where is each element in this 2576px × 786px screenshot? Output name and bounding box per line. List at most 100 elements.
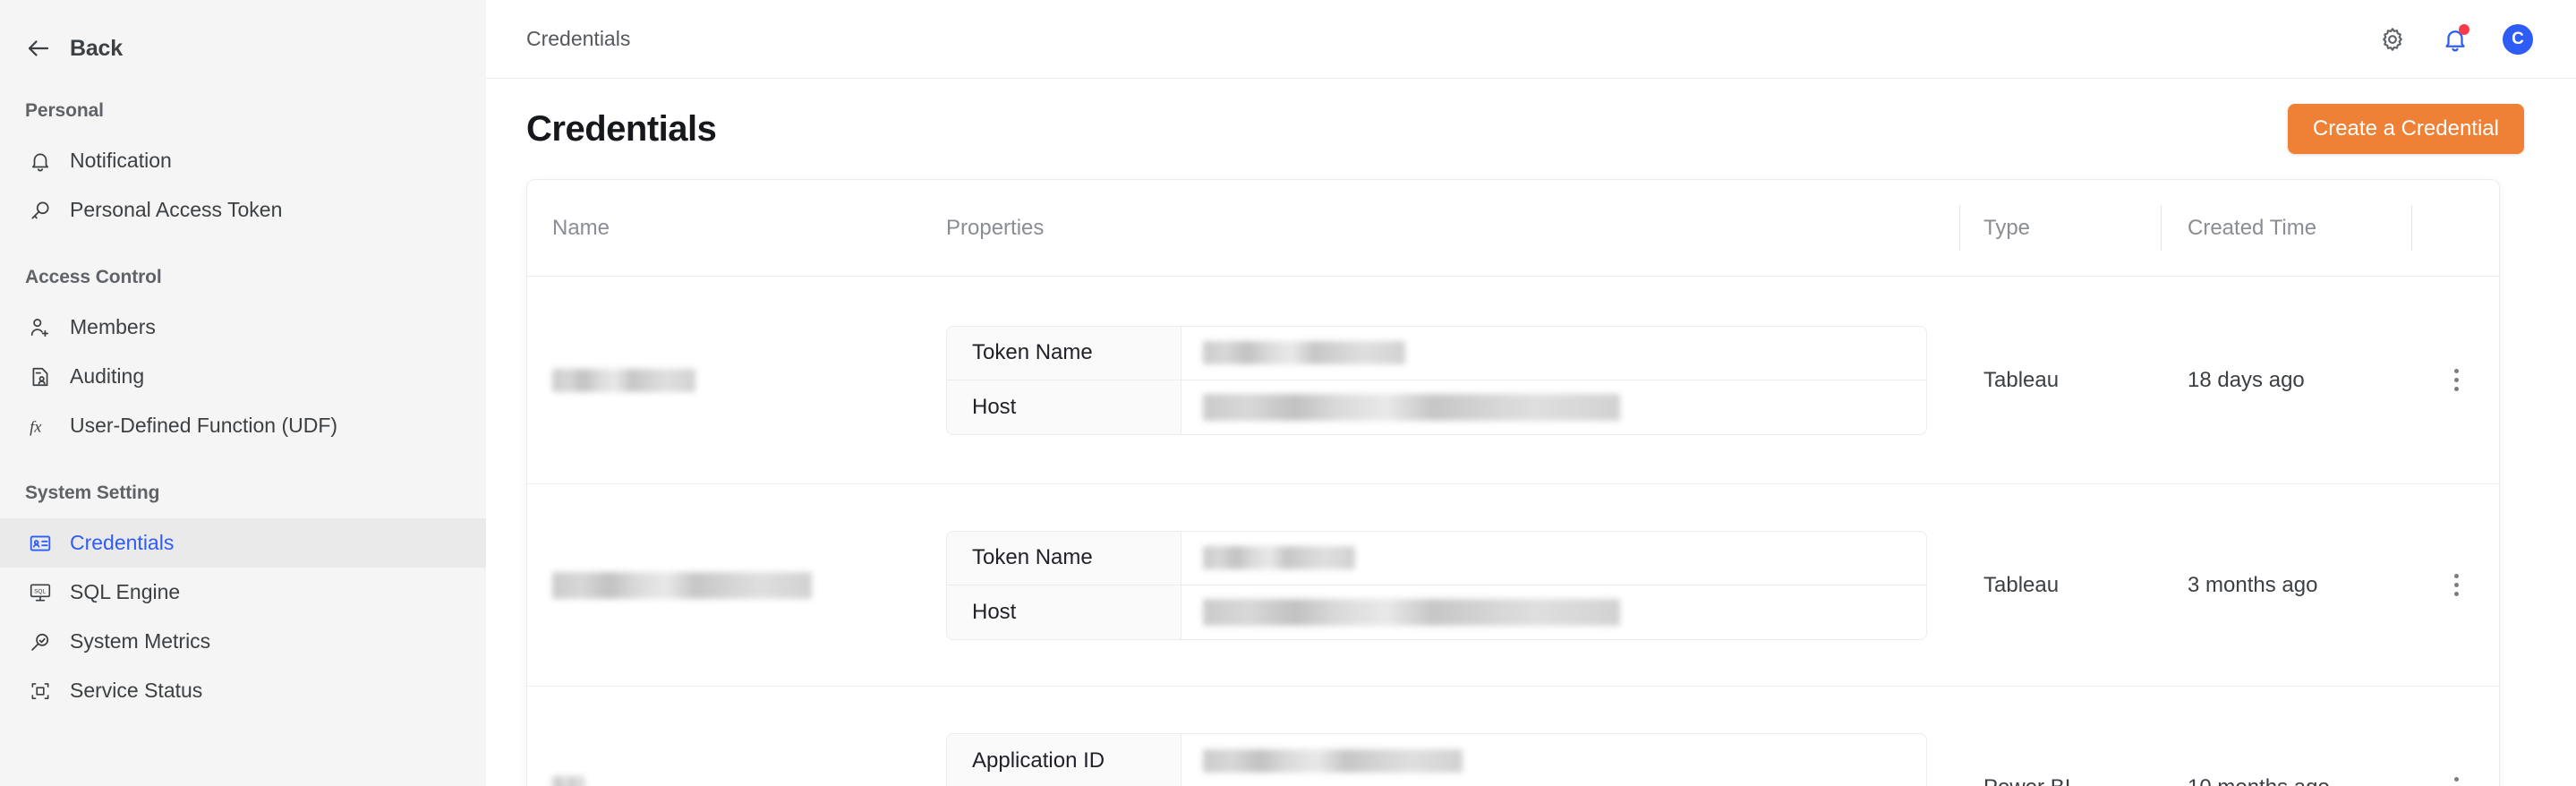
property-key: Token Name bbox=[947, 326, 1181, 380]
cell-name bbox=[527, 277, 921, 483]
page-title: Credentials bbox=[526, 108, 717, 149]
svg-text:fx: fx bbox=[30, 417, 42, 435]
property-value bbox=[1181, 734, 1926, 786]
properties-table: Token Name Host bbox=[946, 325, 1927, 435]
cell-actions bbox=[2411, 484, 2499, 686]
property-row: Application ID bbox=[947, 734, 1926, 786]
sidebar-item-auditing[interactable]: Auditing bbox=[0, 352, 486, 401]
sidebar: Back Personal Notification Personal Acce… bbox=[0, 0, 486, 786]
cell-name bbox=[527, 687, 921, 786]
redacted-property-value bbox=[1203, 598, 1620, 626]
breadcrumb: Credentials bbox=[526, 27, 631, 50]
cell-created-time: 10 months ago bbox=[2161, 687, 2411, 786]
fx-icon: fx bbox=[27, 413, 53, 439]
nav-group-title-system-setting: System Setting bbox=[25, 483, 160, 503]
sidebar-item-personal-access-token[interactable]: Personal Access Token bbox=[0, 185, 486, 235]
page-header: Credentials Create a Credential bbox=[486, 79, 2576, 179]
sidebar-item-label: System Metrics bbox=[70, 629, 211, 653]
arrow-left-icon bbox=[25, 35, 52, 62]
property-value bbox=[1181, 532, 1926, 585]
sidebar-item-label: Service Status bbox=[70, 679, 203, 702]
back-label: Back bbox=[70, 35, 123, 61]
sql-monitor-icon: SQL bbox=[27, 579, 53, 605]
property-row: Token Name bbox=[947, 531, 1926, 585]
properties-table: Application ID bbox=[946, 733, 1927, 786]
cell-name bbox=[527, 484, 921, 686]
notification-badge-dot bbox=[2459, 23, 2469, 35]
redacted-property-value bbox=[1203, 393, 1620, 421]
cell-type: Power BI bbox=[1959, 687, 2161, 786]
sidebar-item-system-metrics[interactable]: System Metrics bbox=[0, 617, 486, 666]
property-key: Token Name bbox=[947, 531, 1181, 585]
column-header-name: Name bbox=[552, 215, 610, 240]
cell-actions bbox=[2411, 687, 2499, 786]
redacted-name-value bbox=[552, 368, 695, 392]
redacted-name-value bbox=[552, 571, 812, 599]
column-header-created-time: Created Time bbox=[2161, 180, 2411, 276]
credentials-table: Name Properties Type Created Time Token … bbox=[526, 179, 2500, 786]
property-key: Application ID bbox=[947, 734, 1181, 786]
nav-group-system-setting: System Setting Credentials SQL SQL Engin… bbox=[0, 483, 486, 715]
back-button[interactable]: Back bbox=[0, 30, 486, 66]
credentials-table-wrapper: Name Properties Type Created Time Token … bbox=[486, 179, 2576, 786]
redacted-name-value bbox=[552, 776, 584, 786]
cell-created-time: 18 days ago bbox=[2188, 367, 2305, 392]
column-header-properties: Properties bbox=[946, 215, 1045, 240]
property-row: Host bbox=[947, 585, 1926, 639]
property-key: Host bbox=[947, 380, 1181, 434]
table-header-row: Name Properties Type Created Time bbox=[527, 180, 2499, 277]
property-row: Host bbox=[947, 380, 1926, 434]
property-value bbox=[1181, 585, 1926, 639]
id-card-icon bbox=[27, 530, 53, 556]
property-value bbox=[1181, 380, 1926, 434]
notification-bell-icon[interactable] bbox=[2440, 23, 2470, 55]
cell-type: Tableau bbox=[1983, 367, 2060, 392]
cell-properties: Token Name Host bbox=[921, 484, 1959, 686]
cell-properties: Token Name Host bbox=[921, 277, 1959, 483]
create-credential-button[interactable]: Create a Credential bbox=[2287, 104, 2524, 154]
user-add-icon bbox=[27, 314, 53, 340]
sidebar-item-notification[interactable]: Notification bbox=[0, 136, 486, 185]
gear-icon[interactable] bbox=[2377, 24, 2408, 55]
nav-group-title-personal: Personal bbox=[25, 100, 104, 121]
property-key: Host bbox=[947, 585, 1181, 639]
redacted-property-value bbox=[1203, 546, 1355, 569]
cell-actions bbox=[2411, 277, 2499, 483]
nav-group-title-access-control: Access Control bbox=[25, 267, 162, 287]
table-row[interactable]: Token Name Host bbox=[527, 277, 2499, 484]
service-frame-icon bbox=[27, 678, 53, 704]
sidebar-item-label: User-Defined Function (UDF) bbox=[70, 414, 338, 437]
cell-created-time: 3 months ago bbox=[2188, 572, 2318, 597]
top-bar: Credentials C bbox=[486, 0, 2576, 79]
sidebar-item-label: Auditing bbox=[70, 364, 145, 388]
properties-table: Token Name Host bbox=[946, 530, 1927, 640]
sidebar-item-label: Members bbox=[70, 315, 156, 338]
sidebar-item-credentials[interactable]: Credentials bbox=[0, 518, 486, 568]
sidebar-item-label: Notification bbox=[70, 149, 172, 172]
svg-text:SQL: SQL bbox=[34, 588, 46, 594]
key-search-icon bbox=[27, 197, 53, 223]
metrics-search-icon bbox=[27, 628, 53, 654]
sidebar-item-label: Credentials bbox=[70, 531, 175, 554]
kebab-menu-icon[interactable] bbox=[2441, 570, 2471, 601]
cell-properties: Application ID bbox=[921, 687, 1959, 786]
cell-type: Tableau bbox=[1983, 572, 2060, 597]
column-header-actions bbox=[2411, 180, 2499, 276]
table-row[interactable]: Application ID Power BI bbox=[527, 687, 2499, 786]
property-value bbox=[1181, 327, 1926, 380]
column-header-type: Type bbox=[1959, 180, 2161, 276]
sidebar-item-sql-engine[interactable]: SQL SQL Engine bbox=[0, 568, 486, 617]
bell-icon bbox=[27, 148, 53, 174]
app-root: Back Personal Notification Personal Acce… bbox=[0, 0, 2576, 786]
topbar-icons: C bbox=[2377, 23, 2544, 55]
kebab-menu-icon[interactable] bbox=[2441, 365, 2471, 396]
nav-group-access-control: Access Control Members Auditing fx User-… bbox=[0, 267, 486, 450]
avatar[interactable]: C bbox=[2503, 23, 2533, 55]
sidebar-item-label: Personal Access Token bbox=[70, 198, 283, 221]
sidebar-item-label: SQL Engine bbox=[70, 580, 181, 603]
table-row[interactable]: Token Name Host bbox=[527, 484, 2499, 687]
sidebar-item-members[interactable]: Members bbox=[0, 303, 486, 352]
kebab-menu-icon[interactable] bbox=[2441, 773, 2471, 786]
sidebar-item-udf[interactable]: fx User-Defined Function (UDF) bbox=[0, 401, 486, 450]
sidebar-item-service-status[interactable]: Service Status bbox=[0, 666, 486, 715]
